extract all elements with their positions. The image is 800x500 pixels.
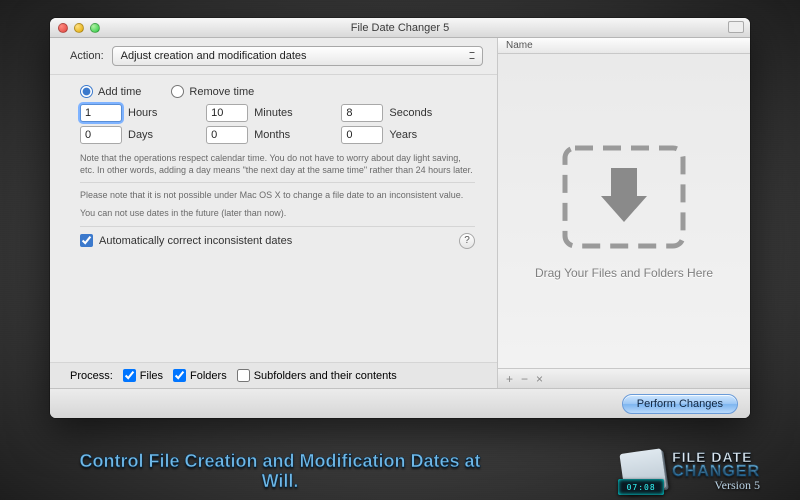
promo-footer: Control File Creation and Modification D… bbox=[0, 451, 800, 492]
auto-correct-checkbox[interactable] bbox=[80, 234, 93, 247]
seconds-input[interactable]: 8 bbox=[341, 104, 383, 122]
app-window: File Date Changer 5 Action: Adjust creat… bbox=[50, 18, 750, 418]
remove-file-button[interactable]: − bbox=[521, 372, 528, 386]
add-file-button[interactable]: + bbox=[506, 372, 513, 386]
minimize-icon[interactable] bbox=[74, 23, 84, 33]
process-subfolders-checkbox[interactable]: Subfolders and their contents bbox=[237, 369, 397, 382]
logo-line2: CHANGER bbox=[672, 464, 760, 479]
note-calendar: Note that the operations respect calenda… bbox=[80, 152, 475, 176]
hours-input[interactable]: 1 bbox=[80, 104, 122, 122]
bottom-bar: Perform Changes bbox=[50, 388, 750, 418]
remove-time-radio[interactable]: Remove time bbox=[171, 85, 254, 98]
minutes-input[interactable]: 10 bbox=[206, 104, 248, 122]
auto-correct-label: Automatically correct inconsistent dates bbox=[99, 235, 292, 247]
logo-line3: Version 5 bbox=[672, 480, 760, 491]
titlebar: File Date Changer 5 bbox=[50, 18, 750, 38]
process-files-checkbox[interactable]: Files bbox=[123, 369, 163, 382]
remove-time-label: Remove time bbox=[189, 86, 254, 98]
months-label: Months bbox=[254, 129, 335, 141]
years-input[interactable]: 0 bbox=[341, 126, 383, 144]
close-icon[interactable] bbox=[58, 23, 68, 33]
help-button[interactable]: ? bbox=[459, 233, 475, 249]
add-time-label: Add time bbox=[98, 86, 141, 98]
process-row: Process: Files Folders Subfolders and th… bbox=[50, 362, 497, 388]
action-select-value: Adjust creation and modification dates bbox=[121, 50, 307, 62]
dropzone-label: Drag Your Files and Folders Here bbox=[535, 266, 713, 280]
seconds-label: Seconds bbox=[389, 107, 475, 119]
product-logo: 07:08 FILE DATE CHANGER Version 5 bbox=[622, 451, 760, 492]
files-pane: Name Drag Your Files and Folders Here + … bbox=[498, 38, 750, 388]
window-title: File Date Changer 5 bbox=[50, 22, 750, 34]
action-select[interactable]: Adjust creation and modification dates bbox=[112, 46, 483, 66]
zoom-icon[interactable] bbox=[90, 23, 100, 33]
perform-changes-button[interactable]: Perform Changes bbox=[622, 394, 738, 414]
drop-arrow-icon bbox=[559, 142, 689, 252]
note-inconsistent: Please note that it is not possible unde… bbox=[80, 189, 475, 201]
clear-files-button[interactable]: × bbox=[536, 372, 543, 386]
toolbar-toggle-icon[interactable] bbox=[728, 21, 744, 33]
settings-pane: Action: Adjust creation and modification… bbox=[50, 38, 498, 388]
promo-tagline: Control File Creation and Modification D… bbox=[70, 451, 490, 492]
days-label: Days bbox=[128, 129, 200, 141]
hours-label: Hours bbox=[128, 107, 200, 119]
years-label: Years bbox=[389, 129, 475, 141]
note-future: You can not use dates in the future (lat… bbox=[80, 207, 475, 219]
file-dropzone[interactable]: Drag Your Files and Folders Here bbox=[498, 54, 750, 368]
days-input[interactable]: 0 bbox=[80, 126, 122, 144]
action-label: Action: bbox=[70, 50, 104, 62]
months-input[interactable]: 0 bbox=[206, 126, 248, 144]
calendar-icon: 07:08 bbox=[622, 451, 664, 491]
minutes-label: Minutes bbox=[254, 107, 335, 119]
process-label: Process: bbox=[70, 370, 113, 382]
process-folders-checkbox[interactable]: Folders bbox=[173, 369, 227, 382]
files-column-header[interactable]: Name bbox=[498, 38, 750, 54]
add-time-radio[interactable]: Add time bbox=[80, 85, 141, 98]
